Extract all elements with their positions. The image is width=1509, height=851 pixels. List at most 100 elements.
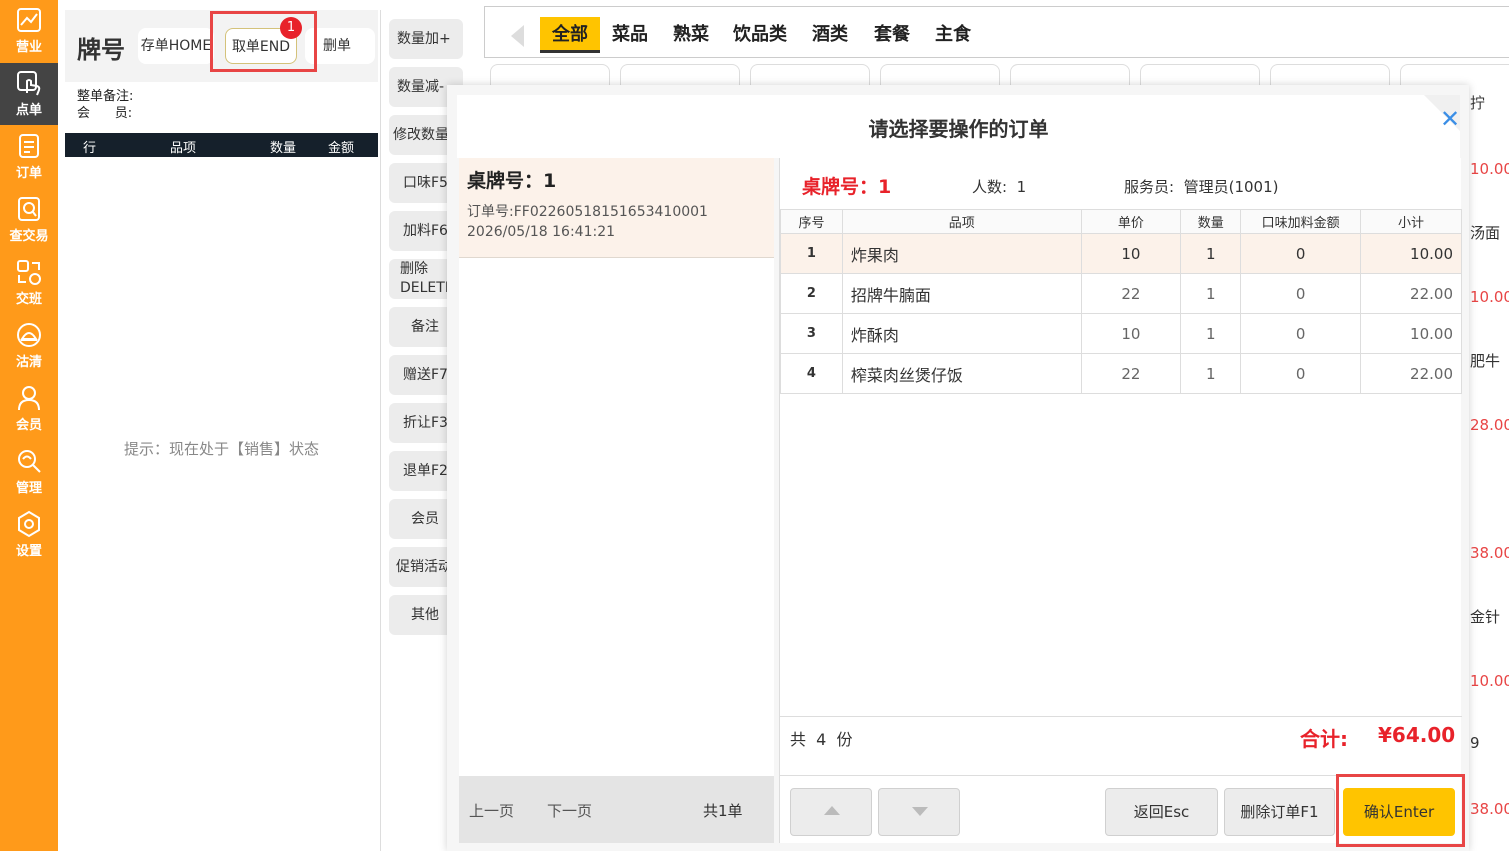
close-icon[interactable]: ✕	[1440, 107, 1460, 131]
document-icon	[19, 134, 39, 158]
order-member-label: 会 员:	[77, 106, 133, 121]
category-tab-all[interactable]: 全部	[540, 17, 600, 53]
nav-label: 会员	[15, 418, 42, 433]
scroll-up-button[interactable]	[790, 788, 872, 836]
category-tab-staple[interactable]: 主食	[928, 17, 978, 53]
list-item[interactable]: 桌牌号：1 订单号:FF02260518151653410001 2026/05…	[459, 158, 774, 258]
dish-name-fragment: 汤面	[1470, 224, 1501, 242]
dish-price-fragment: 28.00	[1470, 416, 1509, 434]
nav-item-orders[interactable]: 订单	[0, 126, 58, 188]
order-table-number: 桌牌号：1	[467, 170, 557, 192]
table-row[interactable]: 4 榨菜肉丝煲仔饭 22 1 0 22.00	[780, 353, 1462, 394]
take-order-badge: 1	[280, 17, 302, 39]
divider	[780, 716, 1462, 717]
nav-item-member[interactable]: 会员	[0, 378, 58, 440]
dish-price-fragment: 10.00	[1470, 160, 1509, 178]
category-bar: 全部 菜品 熟菜 饮品类 酒类 套餐 主食	[484, 6, 1509, 58]
dish-price-fragment: 38.00	[1470, 544, 1509, 562]
row-subtotal: 10.00	[1360, 233, 1462, 274]
save-order-button[interactable]: 存单HOME	[138, 28, 214, 64]
user-icon	[18, 386, 40, 411]
nav-label: 营业	[15, 40, 42, 55]
row-subtotal: 22.00	[1360, 353, 1462, 394]
delete-order-button[interactable]: 删除订单F1	[1224, 788, 1335, 836]
dialog-title: 请选择要操作的订单	[868, 117, 1049, 141]
back-button[interactable]: 返回Esc	[1105, 788, 1218, 836]
nav-label: 管理	[15, 481, 42, 496]
nav-label: 沽清	[15, 355, 42, 370]
prev-page-button[interactable]: 上一页	[469, 800, 514, 821]
nav-label: 查交易	[9, 229, 49, 244]
select-order-dialog: 请选择要操作的订单 ✕ 桌牌号：1 订单号:FF0226051815165341…	[447, 85, 1469, 851]
category-tab-liquor[interactable]: 酒类	[805, 17, 855, 53]
row-price: 22	[1080, 353, 1182, 394]
column-header: 序号	[780, 209, 843, 234]
column-header: 行	[83, 141, 97, 156]
quantity-plus-button[interactable]: 数量加+	[389, 19, 463, 59]
scroll-down-button[interactable]	[878, 788, 960, 836]
row-extra: 0	[1240, 353, 1362, 394]
action-column: 数量加+ 数量减- 修改数量 口味F5 加料F6 删除 DELETE 备注 赠送…	[380, 10, 463, 851]
status-hint: 提示：现在处于【销售】状态	[123, 440, 319, 458]
nav-label: 订单	[15, 166, 42, 181]
detail-waiter: 服务员: 管理员(1001)	[1124, 178, 1279, 196]
gear-icon	[18, 510, 40, 538]
row-price: 10	[1080, 233, 1182, 274]
highlight-box	[1336, 774, 1465, 847]
order-number: 订单号:FF02260518151653410001	[467, 204, 708, 220]
nav-item-settings[interactable]: 设置	[0, 504, 58, 566]
order-remark-label: 整单备注:	[77, 89, 134, 104]
dish-name-fragment: 肥牛	[1470, 352, 1501, 370]
scroll-left-icon[interactable]	[511, 25, 524, 47]
row-quantity: 1	[1180, 353, 1242, 394]
detail-people: 人数: 1	[972, 178, 1027, 196]
category-tab-dishes[interactable]: 菜品	[605, 17, 655, 53]
table-header-row: 序号 品项 单价 数量 口味加料金额 小计	[780, 209, 1462, 234]
row-quantity: 1	[1180, 313, 1242, 354]
detail-table-number: 桌牌号：1	[802, 176, 892, 198]
nav-label: 交班	[15, 292, 42, 307]
row-subtotal: 10.00	[1360, 313, 1462, 354]
nav-item-transactions[interactable]: 查交易	[0, 189, 58, 251]
column-header: 金额	[328, 141, 355, 156]
category-tab-cooked[interactable]: 熟菜	[666, 17, 716, 53]
table-row[interactable]: 1 炸果肉 10 1 0 10.00	[780, 233, 1462, 274]
row-quantity: 1	[1180, 233, 1242, 274]
column-header: 口味加料金额	[1240, 209, 1362, 234]
nav-item-business[interactable]: 营业	[0, 0, 58, 62]
order-list-panel: 桌牌号：1 订单号:FF02260518151653410001 2026/05…	[459, 158, 774, 843]
order-detail-panel: 桌牌号：1 人数: 1 服务员: 管理员(1001) 序号 品项 单价 数量 口…	[779, 158, 1462, 843]
order-title: 牌号	[77, 36, 125, 64]
nav-item-handover[interactable]: 交班	[0, 252, 58, 314]
row-quantity: 1	[1180, 273, 1242, 314]
nav-item-manage[interactable]: 管理	[0, 441, 58, 503]
table-row[interactable]: 2 招牌牛腩面 22 1 0 22.00	[780, 273, 1462, 314]
column-header: 品项	[170, 141, 197, 156]
dish-price-fragment: 10.00	[1470, 672, 1509, 690]
order-table-header: 行 品项 数量 金额	[65, 133, 378, 157]
row-item-name: 招牌牛腩面	[841, 273, 1082, 314]
total-label: 合计:	[1300, 727, 1348, 751]
arrow-down-icon	[912, 807, 928, 816]
order-items-list: 提示：现在处于【销售】状态	[65, 157, 378, 851]
nav-item-order[interactable]: 点单	[0, 63, 58, 125]
order-detail-table: 序号 品项 单价 数量 口味加料金额 小计 1 炸果肉 10 1 0 10.00…	[780, 209, 1462, 394]
nav-item-soldout[interactable]: 沽清	[0, 315, 58, 377]
row-index: 2	[780, 273, 843, 314]
dish-price-fragment: 38.00	[1470, 800, 1509, 818]
tap-icon	[17, 71, 41, 96]
column-header: 数量	[1180, 209, 1242, 234]
table-row[interactable]: 3 炸酥肉 10 1 0 10.00	[780, 313, 1462, 354]
next-page-button[interactable]: 下一页	[547, 800, 592, 821]
left-nav: 营业 点单 订单 查交易 交班 沽清 会员 管理 设置	[0, 0, 58, 851]
order-count: 共1单	[703, 802, 743, 820]
search-document-icon	[18, 197, 40, 221]
nav-label: 设置	[15, 544, 42, 559]
dish-price-fragment: 10.00	[1470, 288, 1509, 306]
total-value: ¥64.00	[1378, 723, 1456, 747]
column-header: 数量	[270, 141, 297, 156]
arrow-up-icon	[824, 806, 840, 815]
order-time: 2026/05/18 16:41:21	[467, 224, 616, 240]
category-tab-drinks[interactable]: 饮品类	[727, 17, 793, 53]
category-tab-set-meal[interactable]: 套餐	[867, 17, 917, 53]
